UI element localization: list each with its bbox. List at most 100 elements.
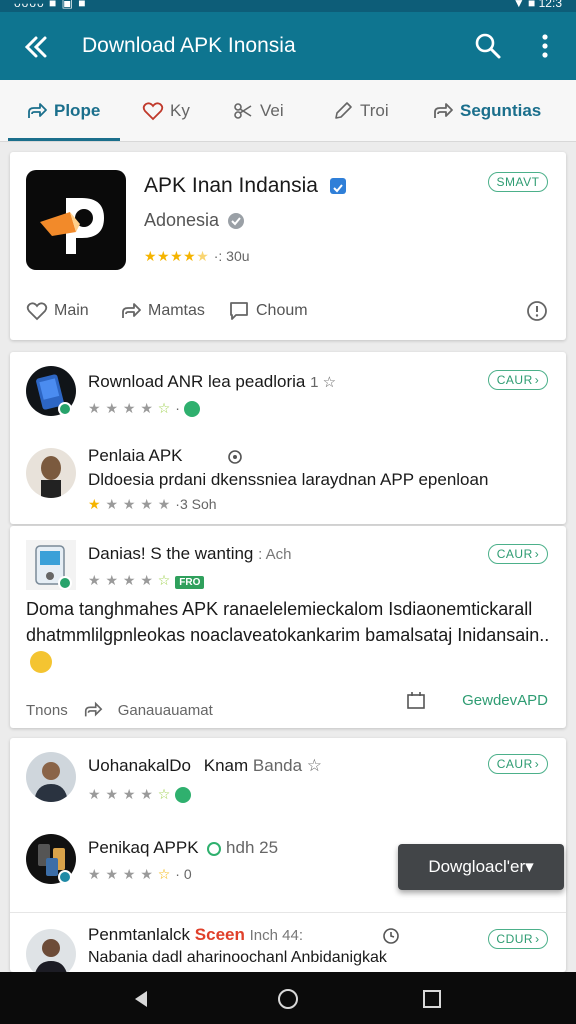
rating-meta: · <box>175 400 180 416</box>
verified-icon <box>58 870 72 884</box>
heart-outline-icon <box>26 302 48 321</box>
item-suffix: Inch 44: <box>249 927 303 944</box>
post-title: Danias! S the wanting <box>88 544 254 563</box>
app-rating: ★★★★★ ·: 30u <box>144 248 250 266</box>
item-title: UohanakalDo <box>88 756 192 775</box>
info-icon[interactable] <box>526 300 548 322</box>
share-icon[interactable] <box>82 700 104 720</box>
like-action[interactable]: Main <box>26 300 89 322</box>
user-avatar <box>26 448 76 498</box>
install-label: CAUR <box>496 757 533 771</box>
comment-label: Choum <box>256 302 308 319</box>
app-list-card: Rownload ANR lea peadloria 1 ☆ ★ ★ ★ ★ ☆… <box>10 352 566 524</box>
nav-home-icon[interactable] <box>277 988 299 1010</box>
scissors-icon <box>234 103 252 119</box>
system-nav-bar <box>0 972 576 1024</box>
install-button[interactable]: CAUR › <box>488 544 548 564</box>
nav-recents-icon[interactable] <box>421 988 443 1010</box>
comment-action[interactable]: Choum <box>228 300 308 322</box>
app-name: APK Inan Indansia <box>144 174 318 197</box>
download-link[interactable]: GewdevAPD <box>462 692 548 709</box>
check-badge-icon <box>175 786 192 803</box>
item-rating: ★ ★ ★ ★ ☆ · <box>88 400 201 418</box>
item-rating: ★ ★ ★ ★ ☆ · 0 <box>88 866 192 884</box>
hot-label: Sceen <box>194 925 245 944</box>
install-button[interactable]: SMAVT <box>488 172 548 192</box>
item-description: Dldoesia prdani dkenssniea laraydnan APP… <box>88 470 489 489</box>
status-left: ᴗᴗᴗᴗ ■ ▣ ■ <box>14 0 87 10</box>
tab-label: Ky <box>170 101 190 120</box>
list-item[interactable]: Penlaia APK Dldoesia prdani dkenssniea l… <box>10 434 566 524</box>
download-fab-button[interactable]: Dowgloacl'er▾ <box>398 844 564 890</box>
list-item[interactable]: UohanakalDo Knam Banda ☆ ★ ★ ★ ★ ☆ CAUR › <box>10 738 566 822</box>
post-footer-label: Tnons <box>26 701 68 719</box>
verified-icon <box>58 402 72 416</box>
emoji-icon <box>30 651 52 674</box>
search-icon[interactable] <box>474 32 502 60</box>
item-description: Nabania dadl aharinoochanl Anbidanigkak <box>88 949 387 966</box>
user-avatar <box>26 752 76 802</box>
list-item[interactable]: Penmtanlalck Sceen Inch 44: Nabania dadl… <box>10 912 566 972</box>
app-publisher: Adonesia <box>144 210 220 230</box>
tab-label: Plope <box>54 101 101 120</box>
share-arrow-icon <box>28 103 47 118</box>
rating-meta: · 0 <box>175 866 192 882</box>
item-title: Penmtanlalck <box>88 925 191 944</box>
rating-meta: ·3 Soh <box>175 496 217 512</box>
like-label: Main <box>54 302 89 319</box>
share-arrow-icon <box>434 103 453 118</box>
verified-icon <box>58 576 72 590</box>
install-button[interactable]: CAUR › <box>488 370 548 390</box>
back-arrow-icon[interactable] <box>20 32 50 62</box>
install-label: CDUR <box>496 932 534 946</box>
star-rating: ★ ★ ★ ★ ☆ <box>88 572 171 588</box>
item-suffix: hdh 25 <box>226 838 279 857</box>
post-rating: ★ ★ ★ ★ ☆ FRO <box>88 572 205 590</box>
item-title: Penikaq APPK <box>88 838 199 857</box>
tab-label: Vei <box>260 101 284 120</box>
item-rating: ★ ★ ★ ★ ☆ <box>88 786 192 804</box>
chevron-right-icon: › <box>534 373 540 387</box>
verified-icon <box>329 178 346 195</box>
nav-back-icon[interactable] <box>130 988 152 1010</box>
share-action[interactable]: Mamtas <box>120 300 205 322</box>
heart-icon <box>142 102 164 121</box>
star-rating: ★ ★ ★ ★ ☆ <box>88 400 171 416</box>
tab-bar: Plope Ky Vei Troi Seguntias <box>0 80 576 142</box>
tab-seguntias[interactable]: Seguntias <box>432 80 541 142</box>
item-title: Rownload ANR lea peadloria <box>88 372 306 391</box>
verified-badge-icon <box>228 213 245 230</box>
install-button[interactable]: CDUR › <box>488 929 548 949</box>
post-title-suffix: : Ach <box>258 546 292 563</box>
status-right: ▼ ■ 12:3 <box>512 0 562 10</box>
item-rating: ★ ★ ★ ★ ★ ·3 Soh <box>88 496 217 514</box>
install-label: CAUR <box>496 373 533 387</box>
list-item[interactable]: Rownload ANR lea peadloria 1 ☆ ★ ★ ★ ★ ☆… <box>10 352 566 432</box>
tab-indicator <box>8 138 120 141</box>
tab-troi[interactable]: Troi <box>332 80 389 142</box>
tab-label: Seguntias <box>460 101 542 120</box>
post-card[interactable]: Danias! S the wanting : Ach ★ ★ ★ ★ ☆ FR… <box>10 526 566 728</box>
install-label: SMAVT <box>496 175 540 189</box>
rating-count: ·: 30u <box>213 248 250 264</box>
tab-plope[interactable]: Plope <box>26 80 100 142</box>
page-title: Download APK Inonsia <box>82 34 296 57</box>
comment-icon <box>230 302 248 320</box>
install-label: CAUR <box>496 547 533 561</box>
app-logo-icon <box>40 198 104 254</box>
verified-icon <box>207 841 222 856</box>
star-rating: ★★★★★ <box>144 248 210 264</box>
featured-app-card[interactable]: APK Inan Indansia Adonesia ★★★★★ ·: 30u … <box>10 152 566 340</box>
share-icon <box>122 303 141 318</box>
star-rating: ★ ★ ★ ★ ★ <box>88 496 171 512</box>
calendar-icon[interactable] <box>406 690 426 710</box>
settings-icon <box>228 449 243 464</box>
item-suffix: 1 ☆ <box>310 374 337 391</box>
tab-ky[interactable]: Ky <box>142 80 190 142</box>
tab-label: Troi <box>360 101 389 120</box>
more-vert-icon[interactable] <box>534 32 556 60</box>
clock-icon <box>383 928 399 944</box>
app-bar: Download APK Inonsia <box>0 12 576 80</box>
install-button[interactable]: CAUR › <box>488 754 548 774</box>
tab-vei[interactable]: Vei <box>232 80 284 142</box>
